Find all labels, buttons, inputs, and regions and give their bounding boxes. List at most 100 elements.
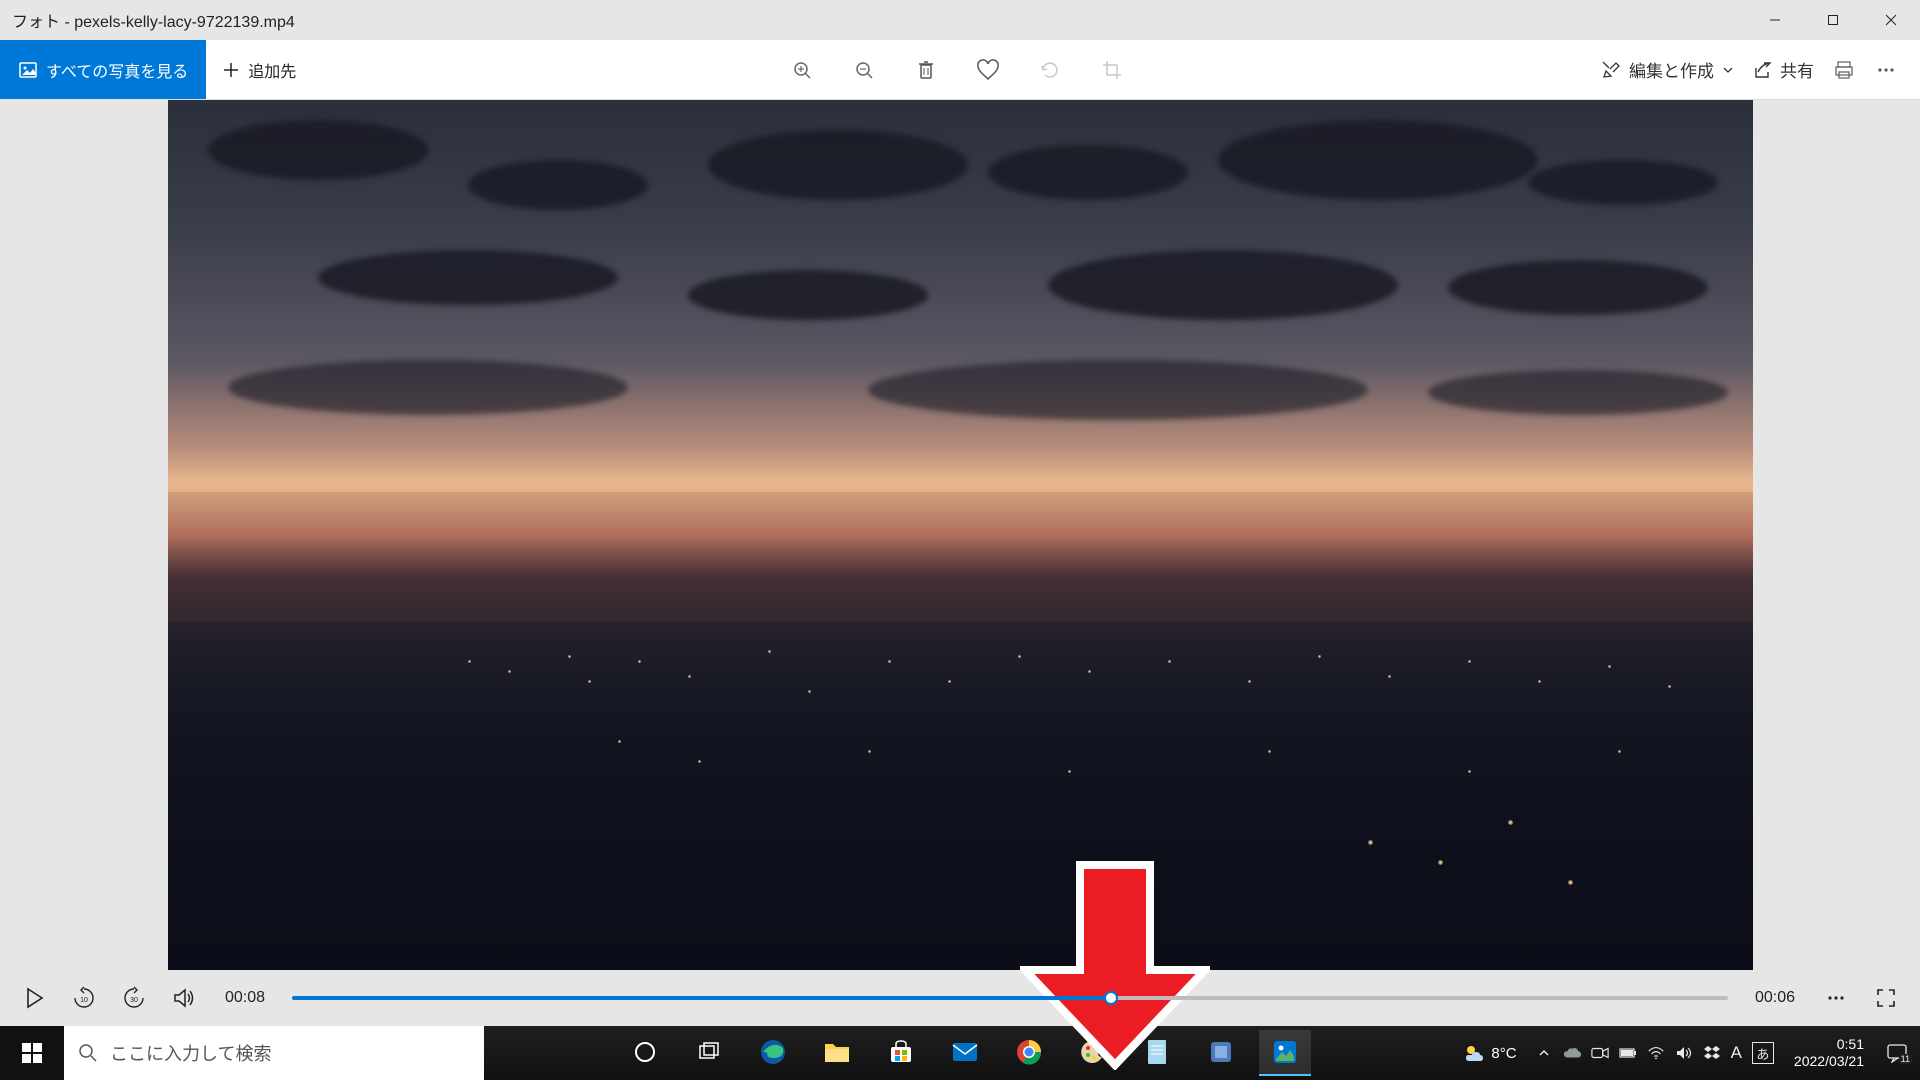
add-to-label: 追加先 <box>248 58 296 82</box>
app-name: フォト <box>12 14 60 31</box>
photos-app-icon <box>1272 1039 1298 1065</box>
forward-30-button[interactable]: 30 <box>120 984 148 1012</box>
taskbar-cortana[interactable] <box>619 1030 671 1076</box>
favorite-button[interactable] <box>974 56 1002 84</box>
close-button[interactable] <box>1862 0 1920 40</box>
window-title: フォト - pexels-kelly-lacy-9722139.mp4 <box>12 8 1746 32</box>
search-icon <box>78 1043 98 1063</box>
play-button[interactable] <box>20 984 48 1012</box>
rotate-button[interactable] <box>1036 56 1064 84</box>
more-button[interactable] <box>1874 58 1898 82</box>
cortana-icon <box>633 1040 657 1064</box>
clock-time: 0:51 <box>1794 1036 1864 1053</box>
all-photos-label: すべての写真を見る <box>46 58 188 82</box>
start-button[interactable] <box>0 1026 64 1080</box>
back-10-button[interactable]: 10 <box>70 984 98 1012</box>
taskview-icon <box>697 1040 721 1064</box>
windows-logo-icon <box>21 1042 43 1064</box>
media-viewer[interactable] <box>0 100 1920 970</box>
volume-button[interactable] <box>170 984 198 1012</box>
trash-icon <box>916 59 936 81</box>
minimize-button[interactable] <box>1746 0 1804 40</box>
search-box[interactable]: ここに入力して検索 <box>64 1026 484 1080</box>
battery-icon <box>1619 1046 1637 1060</box>
all-photos-button[interactable]: すべての写真を見る <box>0 40 206 99</box>
wifi-icon <box>1647 1045 1665 1061</box>
close-icon <box>1885 14 1897 26</box>
player-controls: 10 30 00:08 00:06 <box>0 970 1920 1026</box>
crop-button[interactable] <box>1098 56 1126 84</box>
edit-create-button[interactable]: 編集と作成 <box>1601 57 1734 82</box>
clock-date: 2022/03/21 <box>1794 1053 1864 1070</box>
cloud-icon <box>1563 1046 1581 1060</box>
tray-meet-now[interactable] <box>1591 1044 1609 1062</box>
crop-icon <box>1101 59 1123 81</box>
chevron-up-icon <box>1537 1046 1551 1060</box>
share-label: 共有 <box>1780 57 1814 82</box>
tray-volume[interactable] <box>1675 1044 1693 1062</box>
photo-icon <box>18 60 38 80</box>
notification-badge: 11 <box>1899 1054 1912 1064</box>
player-more-button[interactable] <box>1822 984 1850 1012</box>
heart-icon <box>976 59 1000 81</box>
edit-tools-icon <box>1601 60 1621 80</box>
edit-create-label: 編集と作成 <box>1629 57 1714 82</box>
toolbar: すべての写真を見る 追加先 編集と作成 共有 <box>0 40 1920 100</box>
action-center[interactable]: 11 <box>1884 1044 1910 1062</box>
taskbar-photos[interactable] <box>1259 1030 1311 1076</box>
back-10-icon: 10 <box>71 985 97 1011</box>
forward-30-icon: 30 <box>121 985 147 1011</box>
tray-ime-kana[interactable]: あ <box>1752 1042 1774 1064</box>
mail-icon <box>951 1041 979 1063</box>
zoom-out-icon <box>853 59 875 81</box>
fullscreen-button[interactable] <box>1872 984 1900 1012</box>
toolbar-right: 編集と作成 共有 <box>1601 57 1920 82</box>
zoom-in-button[interactable] <box>788 56 816 84</box>
current-time: 00:08 <box>220 989 270 1007</box>
edge-icon <box>759 1038 787 1066</box>
tray-power[interactable] <box>1619 1044 1637 1062</box>
down-arrow-icon <box>1020 860 1210 1070</box>
plus-icon <box>222 61 240 79</box>
print-button[interactable] <box>1832 58 1856 82</box>
title-separator: - <box>60 14 74 31</box>
taskbar-taskview[interactable] <box>683 1030 735 1076</box>
maximize-button[interactable] <box>1804 0 1862 40</box>
video-frame <box>168 100 1753 970</box>
tray-chevron[interactable] <box>1535 1044 1553 1062</box>
store-icon <box>888 1039 914 1065</box>
weather-icon <box>1463 1042 1485 1064</box>
taskbar-edge[interactable] <box>747 1030 799 1076</box>
seek-thumb[interactable] <box>1104 991 1118 1005</box>
seek-fill <box>292 996 1111 1000</box>
fullscreen-icon <box>1875 987 1897 1009</box>
delete-button[interactable] <box>912 56 940 84</box>
taskbar-store[interactable] <box>875 1030 927 1076</box>
toolbar-center <box>312 56 1601 84</box>
tray-onedrive[interactable] <box>1563 1044 1581 1062</box>
taskbar-explorer[interactable] <box>811 1030 863 1076</box>
share-button[interactable]: 共有 <box>1752 57 1814 82</box>
toolbar-left: すべての写真を見る 追加先 <box>0 40 312 99</box>
dropbox-icon <box>1703 1045 1721 1061</box>
system-clock[interactable]: 0:51 2022/03/21 <box>1784 1036 1874 1070</box>
title-bar: フォト - pexels-kelly-lacy-9722139.mp4 <box>0 0 1920 40</box>
file-name: pexels-kelly-lacy-9722139.mp4 <box>74 14 295 31</box>
app-icon <box>1208 1039 1234 1065</box>
print-icon <box>1833 59 1855 81</box>
chevron-down-icon <box>1722 64 1734 76</box>
tray-ime-mode[interactable]: A <box>1731 1044 1742 1062</box>
weather-widget[interactable]: 8°C <box>1455 1042 1524 1064</box>
seek-bar[interactable] <box>292 996 1728 1000</box>
system-tray: 8°C A あ 0:51 2022/03/21 11 <box>1445 1026 1920 1080</box>
svg-text:10: 10 <box>80 997 88 1004</box>
tray-dropbox[interactable] <box>1703 1044 1721 1062</box>
taskbar-apps <box>484 1026 1445 1080</box>
tray-wifi[interactable] <box>1647 1044 1665 1062</box>
add-to-button[interactable]: 追加先 <box>206 40 312 99</box>
more-icon <box>1825 987 1847 1009</box>
taskbar: ここに入力して検索 8°C A あ 0:51 2022/03/21 <box>0 1026 1920 1080</box>
zoom-out-button[interactable] <box>850 56 878 84</box>
search-placeholder: ここに入力して検索 <box>110 1040 271 1066</box>
taskbar-mail[interactable] <box>939 1030 991 1076</box>
